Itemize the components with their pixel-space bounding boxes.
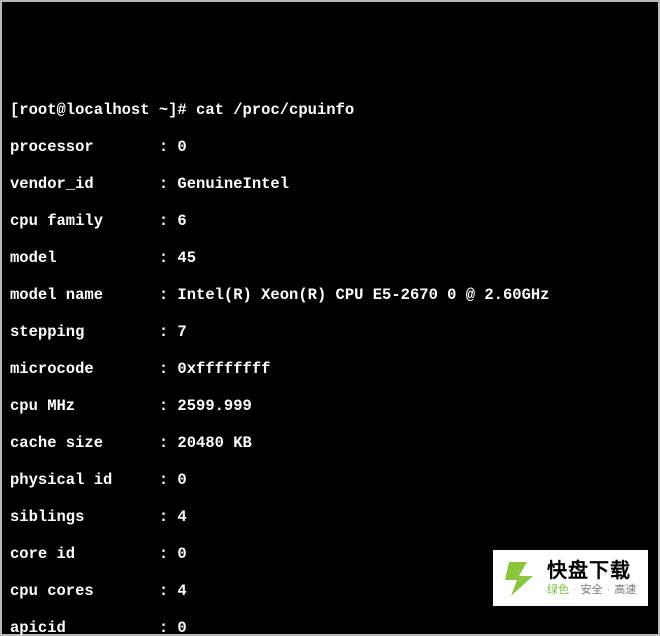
prompt-line: [root@localhost ~]# cat /proc/cpuinfo (10, 101, 650, 120)
label-model-name: model name (10, 286, 159, 305)
row-model: model: 45 (10, 249, 650, 268)
watermark-title: 快盘下载 (547, 561, 636, 581)
row-siblings: siblings: 4 (10, 508, 650, 527)
watermark-badge: 快盘下载 绿色·安全·高速 (493, 550, 648, 606)
shell-command: cat /proc/cpuinfo (196, 101, 354, 119)
row-apicid: apicid: 0 (10, 619, 650, 636)
row-processor: processor: 0 (10, 138, 650, 157)
label-processor: processor (10, 138, 159, 157)
label-stepping: stepping (10, 323, 159, 342)
label-apicid: apicid (10, 619, 159, 636)
row-cache-size: cache size: 20480 KB (10, 434, 650, 453)
label-vendor-id: vendor_id (10, 175, 159, 194)
label-cache-size: cache size (10, 434, 159, 453)
shell-prompt: [root@localhost ~]# (10, 101, 196, 119)
kuaipan-logo-icon (499, 556, 543, 600)
row-microcode: microcode: 0xffffffff (10, 360, 650, 379)
label-microcode: microcode (10, 360, 159, 379)
row-cpu-mhz: cpu MHz: 2599.999 (10, 397, 650, 416)
label-physical-id: physical id (10, 471, 159, 490)
label-cpu-family: cpu family (10, 212, 159, 231)
label-cpu-mhz: cpu MHz (10, 397, 159, 416)
label-siblings: siblings (10, 508, 159, 527)
watermark-subtitle: 绿色·安全·高速 (547, 585, 636, 596)
row-vendor-id: vendor_id: GenuineIntel (10, 175, 650, 194)
row-model-name: model name: Intel(R) Xeon(R) CPU E5-2670… (10, 286, 650, 305)
row-physical-id: physical id: 0 (10, 471, 650, 490)
label-cpu-cores: cpu cores (10, 582, 159, 601)
label-model: model (10, 249, 159, 268)
row-stepping: stepping: 7 (10, 323, 650, 342)
row-cpu-family: cpu family: 6 (10, 212, 650, 231)
label-core-id: core id (10, 545, 159, 564)
